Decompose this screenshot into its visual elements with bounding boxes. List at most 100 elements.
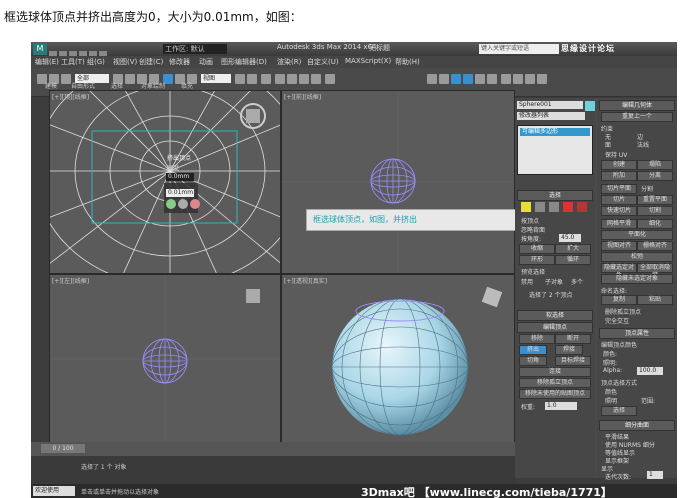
soft-selection-header[interactable]: 软选择 [517, 310, 593, 321]
caddy-apply-icon[interactable] [178, 199, 188, 209]
edit-vertices-header[interactable]: 编辑顶点 [517, 322, 593, 333]
menu-modifiers[interactable]: 修改器 [169, 57, 190, 67]
detach-button[interactable]: 分离 [637, 171, 673, 181]
subdivision-header[interactable]: 细分曲面 [599, 420, 675, 431]
caddy-height-field[interactable]: 0.0mm [166, 173, 194, 181]
by-vertex-checkbox[interactable]: 按顶点 [521, 216, 539, 225]
iterations-field[interactable]: 1 [647, 471, 663, 479]
viewport-perspective-label[interactable]: [+][透视][真实] [284, 276, 327, 285]
target-weld-button[interactable]: 目标焊接 [555, 356, 591, 366]
relax-button[interactable]: 松弛 [601, 252, 673, 262]
angle-value-field[interactable]: 45.0 [559, 234, 581, 242]
modifier-list-dropdown[interactable]: 修改器列表 [517, 112, 585, 120]
remove-button[interactable]: 移除 [519, 334, 555, 344]
selection-rollout-header[interactable]: 选择 [517, 190, 593, 201]
vertex-select-button[interactable]: 选择 [601, 406, 637, 416]
constraint-normal-radio[interactable]: 法线 [637, 140, 649, 149]
element-subobject-icon[interactable] [577, 202, 587, 212]
constraint-face-radio[interactable]: 面 [605, 140, 611, 149]
viewport-front[interactable]: [+][前][线框] [281, 90, 515, 274]
repeat-last-button[interactable]: 重复上一个 [601, 112, 673, 122]
shrink-button[interactable]: 收缩 [519, 244, 555, 254]
cut-button[interactable]: 切割 [637, 206, 673, 216]
grid-align-button[interactable]: 栅格对齐 [637, 241, 673, 251]
object-name-field[interactable]: Sphere001 [517, 101, 583, 109]
quickslice-button[interactable]: 快速切片 [601, 206, 637, 216]
caddy-cancel-icon[interactable] [190, 199, 200, 209]
preview-subobject-radio[interactable]: 子对象 [545, 277, 563, 286]
menu-group[interactable]: 组(G) [87, 57, 105, 67]
weight-field[interactable]: 1.0 [545, 402, 577, 410]
alpha-field[interactable]: 100.0 [637, 367, 663, 375]
split-checkbox[interactable]: 分割 [641, 184, 653, 193]
hide-unselected-button[interactable]: 隐藏未选定对象 [601, 274, 673, 284]
menu-maxscript[interactable]: MAXScript(X) [345, 57, 391, 65]
vertex-subobject-icon[interactable] [521, 202, 531, 212]
app-logo-icon[interactable]: M [33, 43, 47, 55]
edge-subobject-icon[interactable] [535, 202, 545, 212]
select-by-illum-radio[interactable]: 照明 [605, 396, 617, 405]
menu-create[interactable]: 创建(C) [139, 57, 163, 67]
preserve-uv-checkbox[interactable]: 保持 UV [605, 150, 627, 159]
copy-button[interactable]: 复制 [601, 295, 637, 305]
viewport-left-label[interactable]: [+][左][线框] [52, 276, 89, 285]
full-interactivity-checkbox[interactable]: 完全交互 [605, 316, 629, 325]
by-angle-checkbox[interactable]: 按角度: [521, 234, 541, 243]
polygon-subobject-icon[interactable] [563, 202, 573, 212]
hide-selected-button[interactable]: 隐藏选定对象 [601, 263, 637, 279]
menu-tools[interactable]: 工具(T) [61, 57, 85, 67]
menu-rendering[interactable]: 渲染(R) [277, 57, 301, 67]
menu-graph-editors[interactable]: 图形编辑器(D) [221, 57, 267, 67]
break-button[interactable]: 断开 [555, 334, 591, 344]
border-subobject-icon[interactable] [549, 202, 559, 212]
loop-button[interactable]: 循环 [555, 255, 591, 265]
menu-edit[interactable]: 编辑(E) [35, 57, 59, 67]
extrude-button[interactable]: 挤出 [519, 345, 547, 355]
view-align-button[interactable]: 视图对齐 [601, 241, 637, 251]
timeline[interactable]: 0 / 100 [31, 442, 515, 456]
preview-multi-radio[interactable]: 多个 [571, 277, 583, 286]
reset-plane-button[interactable]: 重置平面 [637, 195, 673, 205]
paste-button[interactable]: 粘贴 [637, 295, 673, 305]
grow-button[interactable]: 扩大 [555, 244, 591, 254]
menu-customize[interactable]: 自定义(U) [307, 57, 339, 67]
viewport-left[interactable]: [+][左][线框] [49, 274, 281, 444]
ribbon-tab-object-paint[interactable]: 对象绘制 [141, 81, 165, 90]
meshsmooth-button[interactable]: 网格平滑 [601, 219, 637, 229]
slice-plane-button[interactable]: 切片平面 [601, 184, 637, 194]
ribbon-tab-modeling[interactable]: 建模 [45, 81, 57, 90]
select-by-color-radio[interactable]: 颜色 [605, 387, 617, 396]
edit-geometry-header[interactable]: 编辑几何体 [599, 100, 675, 111]
viewport-top[interactable]: [+][顶][线框] 挤出顶点 高度 0.0mm 0.01mm [49, 90, 281, 274]
slice-button[interactable]: 切片 [601, 195, 637, 205]
delete-isolated-checkbox[interactable]: 删除孤立顶点 [605, 307, 641, 316]
menu-animation[interactable]: 动画 [199, 57, 213, 67]
connect-button[interactable]: 连接 [519, 367, 591, 377]
viewport-top-label[interactable]: [+][顶][线框] [52, 92, 89, 101]
ribbon-tab-freeform[interactable]: 自由形式 [71, 81, 95, 90]
ring-button[interactable]: 环形 [519, 255, 555, 265]
unhide-all-button[interactable]: 全部取消隐藏 [637, 263, 673, 279]
object-color-swatch[interactable] [585, 101, 595, 111]
search-input[interactable]: 键入关键字或短语 [479, 44, 559, 54]
caddy-width-field[interactable]: 0.01mm [166, 189, 194, 197]
menu-views[interactable]: 视图(V) [113, 57, 137, 67]
remove-isolated-button[interactable]: 移除孤立顶点 [519, 378, 591, 388]
workspace-dropdown[interactable]: 工作区: 默认 [163, 44, 227, 54]
collapse-button[interactable]: 塌陷 [637, 160, 673, 170]
chamfer-button[interactable]: 切角 [519, 356, 547, 366]
remove-unused-map-button[interactable]: 移除未使用的贴图顶点 [519, 389, 591, 399]
menu-help[interactable]: 帮助(H) [395, 57, 420, 67]
ignore-backfacing-checkbox[interactable]: 忽略背面 [521, 225, 545, 234]
viewport-perspective[interactable]: [+][透视][真实] [281, 274, 515, 444]
ribbon-tab-selection[interactable]: 选择 [111, 81, 123, 90]
weld-button[interactable]: 焊接 [555, 345, 583, 355]
viewport-front-label[interactable]: [+][前][线框] [284, 92, 321, 101]
maxscript-listener[interactable]: 欢迎使用 MAXSc [33, 486, 75, 498]
caddy-ok-icon[interactable] [166, 199, 176, 209]
stack-item-editable-poly[interactable]: 可编辑多边形 [520, 128, 590, 136]
create-button[interactable]: 创建 [601, 160, 637, 170]
tessellate-button[interactable]: 细化 [637, 219, 673, 229]
preview-disabled-radio[interactable]: 禁用 [521, 277, 533, 286]
vertex-properties-header[interactable]: 顶点属性 [599, 328, 675, 339]
